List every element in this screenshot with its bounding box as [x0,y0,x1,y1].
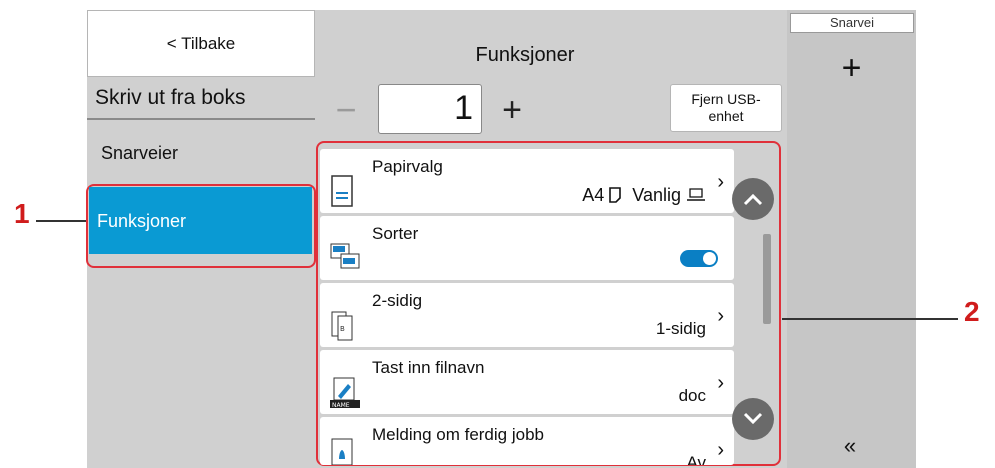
item-label: Tast inn filnavn [372,358,485,377]
chevron-down-icon [743,412,763,425]
collate-icon [330,242,360,272]
notification-icon [330,437,358,465]
svg-text:B: B [340,325,345,333]
scroll-down-button[interactable] [732,398,774,440]
paper-orientation-icon [609,187,622,203]
callout-number-1: 1 [14,198,30,229]
list-item-duplex[interactable]: B 2-sidig 1-sidig › [320,283,734,347]
remove-usb-button[interactable]: Fjern USB- enhet [670,84,782,132]
box-title: Skriv ut fra boks [87,78,315,120]
chevron-right-icon: › [717,171,724,193]
item-value: 1-sidig [655,319,706,338]
paper-tray-icon [687,188,705,201]
filename-icon: NAME [330,376,360,409]
chevron-right-icon: › [717,439,724,461]
shortcut-tab[interactable]: Snarvei [790,13,914,33]
item-value: A4 Vanlig [582,185,706,206]
nav-item-shortcuts[interactable]: Snarveier [87,130,315,176]
list-item-paper-selection[interactable]: Papirvalg A4 Vanlig › [320,149,734,213]
page-title: Funksjoner [475,44,575,66]
paper-type-value: Vanlig [632,185,681,205]
toggle-knob [703,252,716,265]
back-button[interactable]: < Tilbake [87,10,315,77]
remove-usb-label-line1: Fjern USB- [691,91,761,107]
scrollbar-thumb[interactable] [763,234,771,324]
remove-usb-label-line2: enhet [708,108,744,124]
collate-toggle[interactable] [680,250,718,267]
item-value: doc [678,386,706,405]
chevron-right-icon: › [717,372,724,394]
paper-icon [330,175,358,207]
item-value: Av [686,453,706,465]
chevron-right-icon: › [717,305,724,327]
scroll-up-button[interactable] [732,178,774,220]
paper-size-value: A4 [582,185,605,205]
callout-number-2: 2 [964,296,980,327]
copies-field[interactable]: 1 [378,84,482,134]
list-item-file-name[interactable]: NAME Tast inn filnavn doc › [320,350,734,414]
svg-text:NAME: NAME [332,402,350,408]
duplex-icon: B [330,309,358,341]
increment-button[interactable]: + [488,86,536,134]
item-label: Papirvalg [372,157,443,176]
chevron-up-icon [743,193,763,206]
decrement-button[interactable]: − [322,86,370,134]
add-shortcut-button[interactable]: + [787,48,916,88]
item-label: 2-sidig [372,291,423,310]
callout-line-1 [36,220,86,222]
item-label: Melding om ferdig jobb [372,425,544,444]
list-item-job-notification[interactable]: Melding om ferdig jobb Av › [320,417,734,465]
item-label: Sorter [372,224,419,243]
nav-item-functions[interactable]: Funksjoner [89,187,312,254]
callout-line-2 [782,318,958,320]
list-item-collate[interactable]: Sorter [320,216,734,280]
collapse-panel-button[interactable]: « [820,430,880,462]
